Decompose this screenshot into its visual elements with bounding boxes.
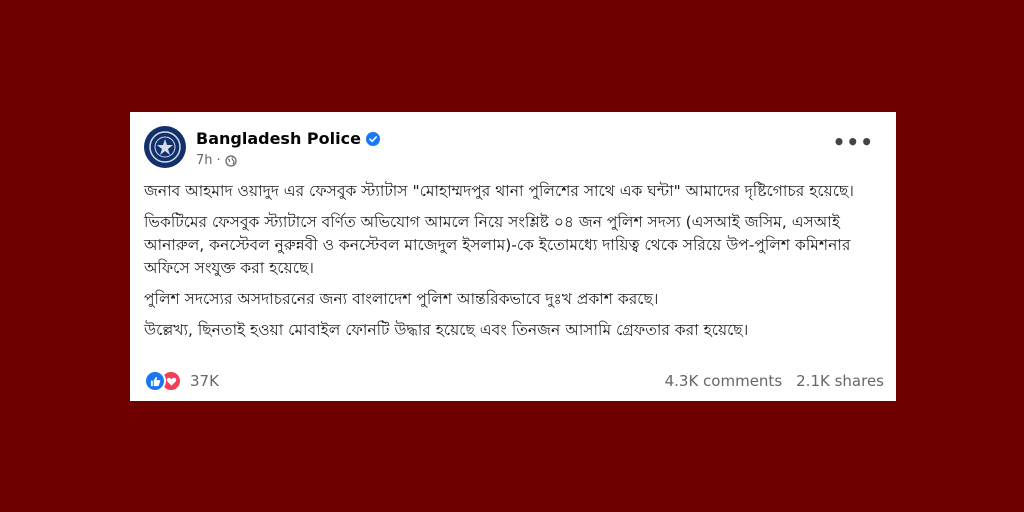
more-options-button[interactable]: •••	[833, 132, 874, 152]
post-meta: 7h ·	[196, 153, 237, 168]
police-emblem-icon	[149, 131, 181, 163]
name-row: Bangladesh Police	[196, 129, 380, 148]
post-paragraph: পুলিশ সদস্যের অসদাচরনের জন্য বাংলাদেশ পু…	[144, 290, 659, 308]
post-paragraph: জনাব আহমাদ ওয়াদুদ এর ফেসবুক স্ট্যাটাস "…	[144, 182, 854, 200]
meta-separator: ·	[216, 153, 221, 168]
page-avatar[interactable]	[144, 126, 186, 168]
page-name[interactable]: Bangladesh Police	[196, 129, 361, 148]
post-footer: 37K 4.3K comments 2.1K shares	[144, 370, 884, 392]
reactions[interactable]: 37K	[144, 370, 219, 392]
post-paragraph: উল্লেখ্য, ছিনতাই হওয়া মোবাইল ফোনটি উদ্ধ…	[144, 321, 749, 339]
post-header: Bangladesh Police 7h ·	[144, 126, 844, 170]
like-reaction-icon	[144, 370, 166, 392]
reaction-count: 37K	[190, 372, 219, 390]
post-paragraph: ভিকটিমের ফেসবুক স্ট্যাটাসে বর্ণিত অভিযোগ…	[144, 213, 851, 277]
shares-count-link[interactable]: 2.1K shares	[796, 372, 884, 390]
facebook-post-card: Bangladesh Police 7h · ••• জনাব আহমাদ ওয…	[130, 112, 896, 401]
post-time[interactable]: 7h	[196, 153, 213, 168]
comments-count-link[interactable]: 4.3K comments	[665, 372, 783, 390]
verified-badge-icon	[365, 131, 380, 146]
post-text: জনাব আহমাদ ওয়াদুদ এর ফেসবুক স্ট্যাটাস "…	[144, 180, 884, 350]
globe-icon	[225, 154, 237, 167]
